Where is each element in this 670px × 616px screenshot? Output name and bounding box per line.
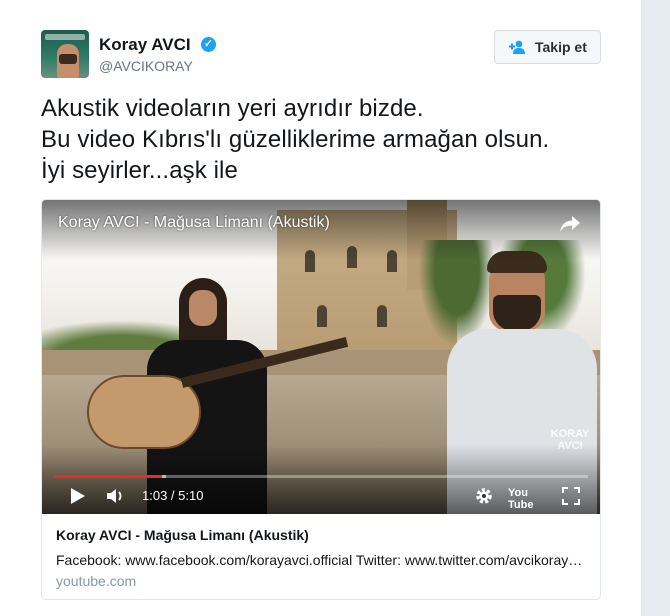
video-time: 1:03 / 5:10 <box>142 488 204 503</box>
video-player[interactable]: KORAY AVCI Koray AVCI - Mağusa Limanı (A… <box>42 200 600 514</box>
video-card[interactable]: KORAY AVCI Koray AVCI - Mağusa Limanı (A… <box>41 199 601 600</box>
youtube-logo[interactable]: You Tube <box>508 487 548 511</box>
gear-icon[interactable] <box>474 486 494 506</box>
avatar[interactable] <box>41 30 89 78</box>
watermark-line: KORAY <box>550 428 590 440</box>
progress-bar[interactable] <box>54 475 588 478</box>
add-user-icon <box>509 40 525 54</box>
avatar-beard <box>59 54 77 64</box>
tweet-text: Akustik videoların yeri ayrıdır bizde. B… <box>41 95 550 184</box>
play-icon[interactable] <box>70 486 86 506</box>
volume-icon[interactable] <box>106 486 126 506</box>
follow-button-label: Takip et <box>535 39 587 55</box>
follow-button[interactable]: Takip et <box>494 30 601 64</box>
page-background-strip <box>642 0 670 616</box>
link-card-domain[interactable]: youtube.com <box>56 573 136 589</box>
author-name[interactable]: Koray AVCI <box>99 35 191 55</box>
avatar-text-strip <box>45 34 85 40</box>
share-icon[interactable] <box>559 214 581 234</box>
church-window <box>317 305 327 327</box>
fullscreen-icon[interactable] <box>562 486 580 506</box>
verified-icon: ✓ <box>201 37 216 52</box>
link-card-info[interactable]: Koray AVCI - Mağusa Limanı (Akustik) Fac… <box>42 514 600 599</box>
singer-beard <box>493 295 541 331</box>
tweet-card: Koray AVCI ✓ @AVCIKORAY Takip et Akustik… <box>0 0 642 616</box>
link-card-description: Facebook: www.facebook.com/korayavci.off… <box>56 552 586 568</box>
church-window <box>377 305 387 327</box>
link-card-title[interactable]: Koray AVCI - Mağusa Limanı (Akustik) <box>56 527 309 543</box>
author-handle[interactable]: @AVCIKORAY <box>99 58 193 74</box>
progress-fill <box>54 475 162 478</box>
video-title[interactable]: Koray AVCI - Mağusa Limanı (Akustik) <box>58 214 330 232</box>
guitarist-face <box>189 290 217 326</box>
